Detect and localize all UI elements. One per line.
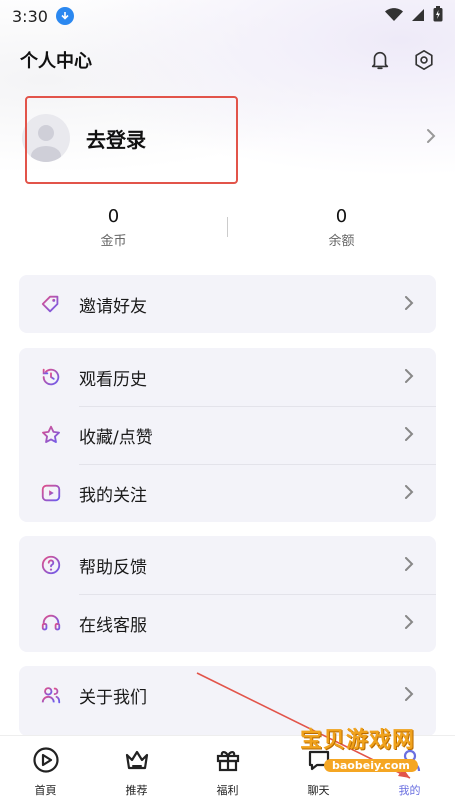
- chevron-right-icon: [404, 686, 414, 705]
- tab-chat[interactable]: 聊天: [273, 736, 364, 809]
- menu-card-support: 帮助反馈 在线客服: [19, 536, 436, 652]
- menu-card-invite: 邀请好友: [19, 275, 436, 333]
- coins-value: 0: [107, 205, 120, 227]
- menu-item-about-us[interactable]: 关于我们: [19, 666, 436, 724]
- menu-item-label: 我的关注: [79, 485, 147, 506]
- chevron-right-icon: [404, 556, 414, 575]
- status-time: 3:30: [12, 6, 48, 26]
- tag-icon: [39, 292, 63, 316]
- tab-label: 聊天: [307, 784, 330, 797]
- tab-recommend[interactable]: 推荐: [91, 736, 182, 809]
- coins-stat[interactable]: 0 金币: [0, 206, 227, 249]
- menu-card-about: 关于我们: [19, 666, 436, 736]
- users-icon: [39, 683, 63, 707]
- login-label[interactable]: 去登录: [86, 124, 146, 153]
- page-title: 个人中心: [20, 51, 92, 72]
- balance-stat[interactable]: 0 余额: [228, 206, 455, 249]
- battery-icon: [433, 6, 443, 26]
- settings-hexagon-icon[interactable]: [413, 49, 435, 71]
- tab-label: 推荐: [125, 784, 148, 797]
- user-icon: [396, 746, 424, 778]
- menu-item-label: 邀请好友: [79, 296, 147, 317]
- avatar: [22, 114, 70, 162]
- play-circle-icon: [32, 746, 60, 778]
- coins-label: 金币: [100, 233, 127, 249]
- bottom-tab-bar: 首頁 推荐 福利 聊天 我的: [0, 735, 455, 809]
- star-icon: [39, 423, 63, 447]
- tab-mine[interactable]: 我的: [364, 736, 455, 809]
- menu-item-invite-friends[interactable]: 邀请好友: [19, 275, 436, 333]
- menu-item-label: 观看历史: [79, 369, 147, 390]
- wifi-icon: [385, 7, 403, 26]
- signal-icon: [411, 7, 425, 26]
- chevron-right-icon: [404, 368, 414, 387]
- menu-item-following[interactable]: 我的关注: [19, 464, 436, 522]
- menu-item-history[interactable]: 观看历史: [19, 348, 436, 406]
- tab-label: 首頁: [34, 784, 57, 797]
- chevron-right-icon: [404, 484, 414, 503]
- download-icon: [55, 7, 74, 25]
- gift-icon: [214, 746, 242, 778]
- balance-value: 0: [335, 205, 348, 227]
- menu-card-content: 观看历史 收藏/点赞 我的关注: [19, 348, 436, 522]
- menu-item-favorites[interactable]: 收藏/点赞: [19, 406, 436, 464]
- tab-label: 福利: [216, 784, 239, 797]
- play-square-icon: [39, 481, 63, 505]
- tab-welfare[interactable]: 福利: [182, 736, 273, 809]
- chat-icon: [305, 746, 333, 778]
- chevron-right-icon: [404, 295, 414, 314]
- chevron-right-icon: [404, 614, 414, 633]
- menu-item-label: 在线客服: [79, 615, 147, 636]
- tab-label: 我的: [398, 784, 421, 797]
- history-icon: [39, 365, 63, 389]
- login-row[interactable]: 去登录: [0, 102, 455, 174]
- page-header: 个人中心: [0, 40, 455, 80]
- balance-label: 余额: [328, 233, 355, 249]
- tab-home[interactable]: 首頁: [0, 736, 91, 809]
- chevron-right-icon: [425, 128, 437, 148]
- help-circle-icon: [39, 553, 63, 577]
- menu-item-label: 收藏/点赞: [79, 427, 153, 448]
- status-bar: 3:30: [0, 0, 455, 32]
- bell-icon[interactable]: [369, 49, 391, 71]
- menu-item-label: 关于我们: [79, 687, 147, 708]
- menu-item-label: 帮助反馈: [79, 557, 147, 578]
- chevron-right-icon: [404, 426, 414, 445]
- headset-icon: [39, 611, 63, 635]
- stats-row: 0 金币 0 余额: [0, 204, 455, 250]
- menu-item-online-service[interactable]: 在线客服: [19, 594, 436, 652]
- menu-item-help-feedback[interactable]: 帮助反馈: [19, 536, 436, 594]
- crown-icon: [123, 746, 151, 778]
